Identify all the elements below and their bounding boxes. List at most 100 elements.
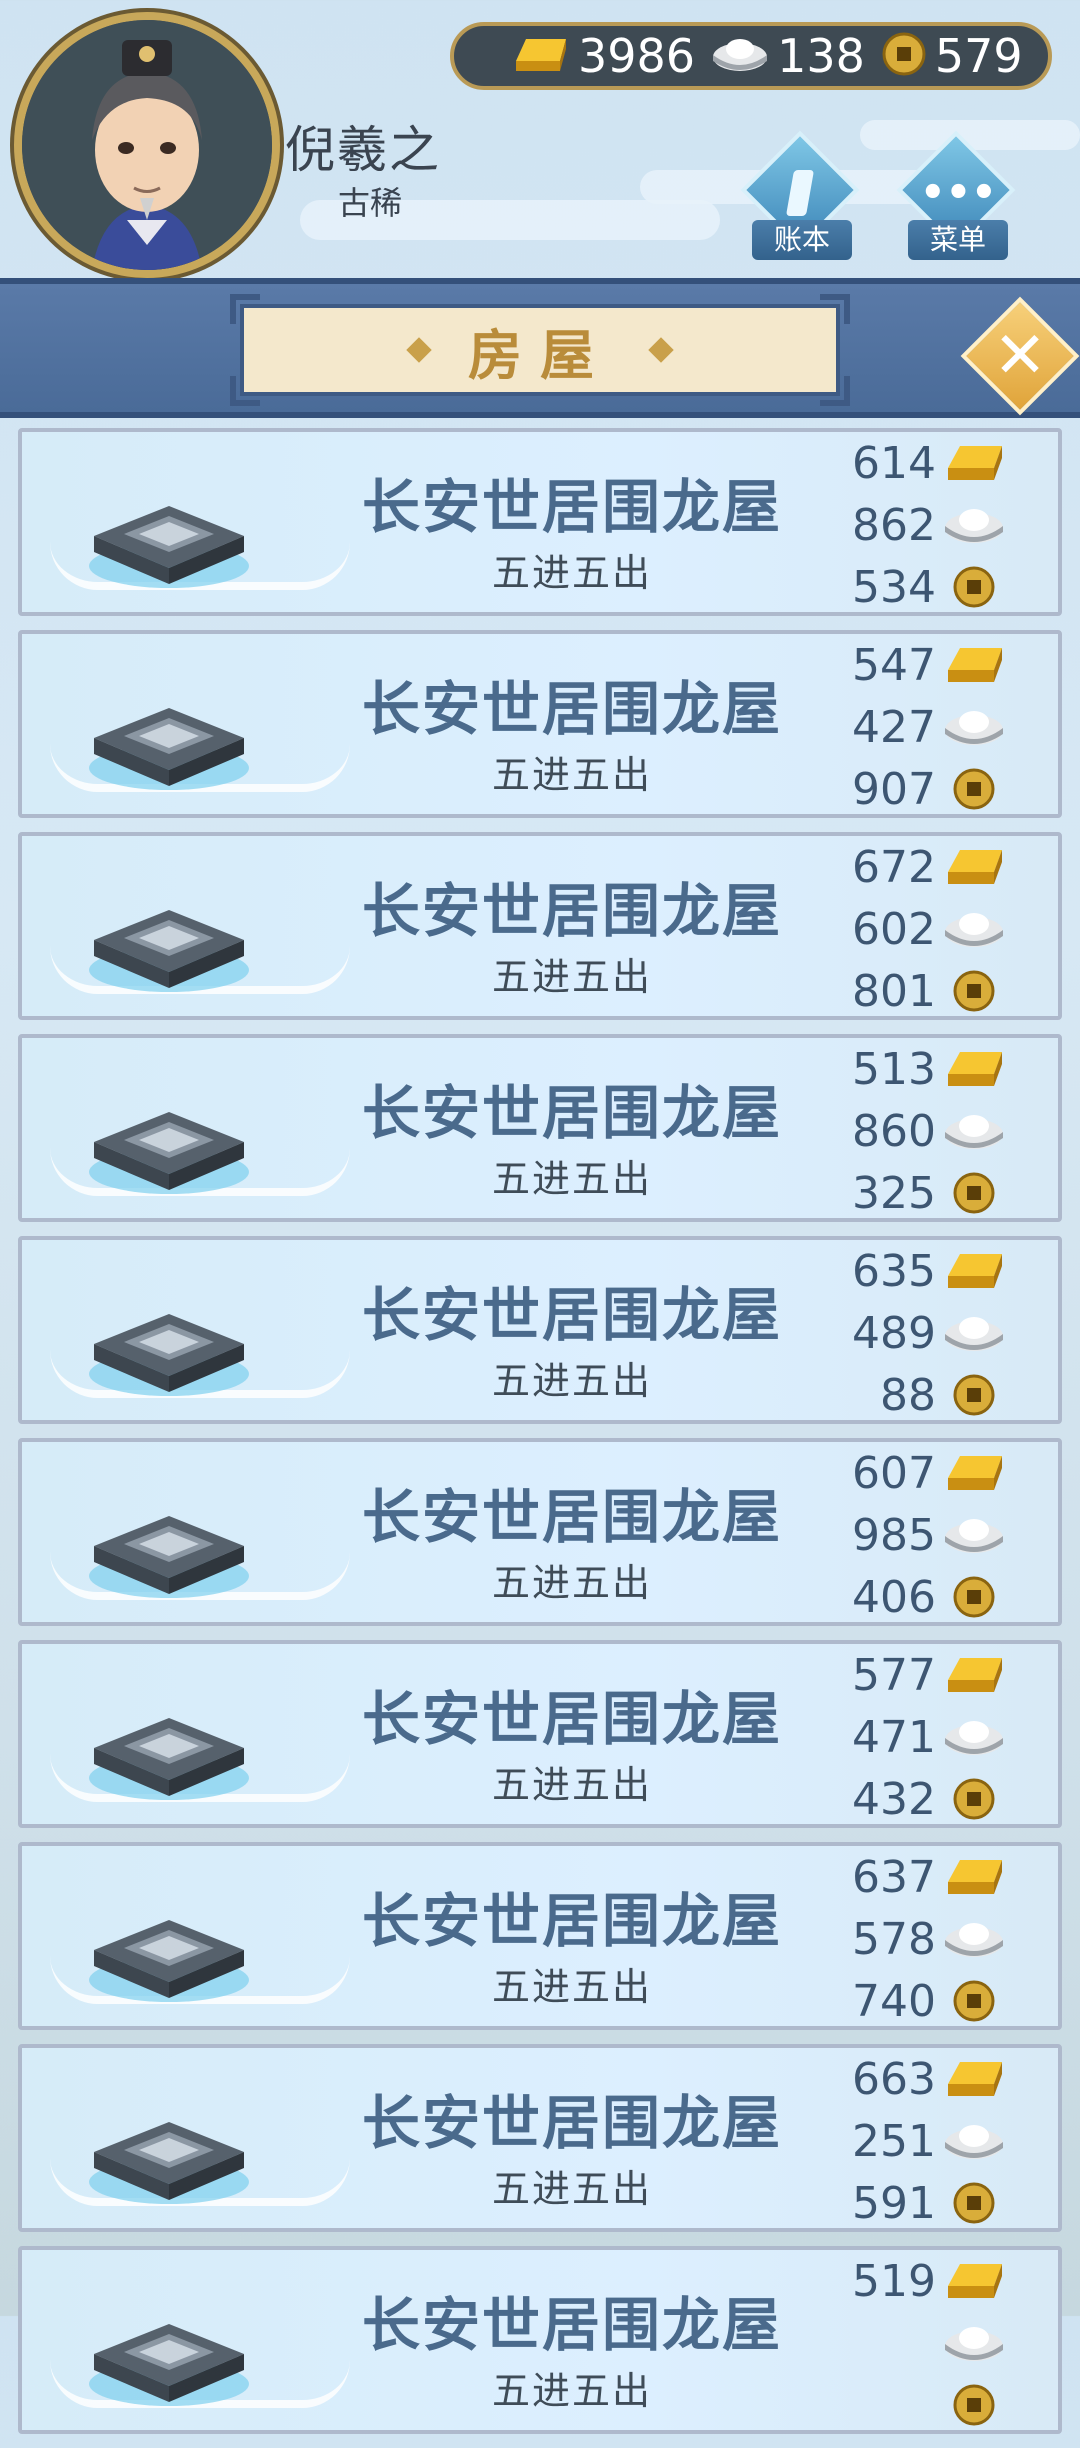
coin-price: 88 (880, 1369, 936, 1421)
silver-price: 427 (852, 701, 936, 753)
house-name: 长安世居围龙屋 (361, 1685, 782, 1753)
silver-price-row: 985 (826, 1509, 1006, 1561)
gold-ingot-icon (510, 31, 570, 81)
top-header: 倪羲之 古稀 3986 138 579 账本 ••• 菜单 (0, 0, 1080, 280)
house-name: 长安世居围龙屋 (361, 1079, 782, 1147)
house-icon (84, 1284, 254, 1404)
house-card[interactable]: 长安世居围龙屋 五进五出 637 578 740 (18, 1842, 1062, 2030)
house-card[interactable]: 长安世居围龙屋 五进五出 577 471 432 (18, 1640, 1062, 1828)
copper-coin-icon (942, 2380, 1006, 2430)
silver-price: 985 (852, 1509, 936, 1561)
house-card[interactable]: 长安世居围龙屋 五进五出 672 602 801 (18, 832, 1062, 1020)
menu-button[interactable]: ••• 菜单 (896, 130, 1018, 260)
silver-ingot-icon (942, 1510, 1006, 1560)
coin-price-row: 88 (826, 1369, 1006, 1421)
silver-price: 489 (852, 1307, 936, 1359)
house-description: 五进五出 (491, 1157, 652, 1201)
silver-price-row (826, 2318, 1006, 2368)
house-card[interactable]: 长安世居围龙屋 五进五出 513 860 325 (18, 1034, 1062, 1222)
copper-coin-icon (942, 966, 1006, 1016)
silver-ingot-icon (942, 500, 1006, 550)
gold-price-row: 672 (826, 841, 1006, 893)
copper-coin-icon (942, 1572, 1006, 1622)
gold-price: 547 (852, 639, 936, 691)
silver-price: 578 (852, 1913, 936, 1965)
copper-coin-icon (942, 562, 1006, 612)
house-description: 五进五出 (491, 1359, 652, 1403)
silver-price: 862 (852, 499, 936, 551)
panel-title-plate: 房屋 (230, 294, 850, 406)
coin-count: 579 (934, 29, 1023, 83)
gold-price: 637 (852, 1851, 936, 1903)
coin-price: 325 (852, 1167, 936, 1219)
coin-price-row: 406 (826, 1571, 1006, 1623)
player-rank: 古稀 (338, 184, 403, 222)
gold-price-row: 614 (826, 438, 1006, 489)
gold-count: 3986 (578, 29, 696, 83)
player-avatar[interactable] (14, 12, 280, 278)
coin-price-row (826, 2380, 1006, 2430)
coin-price-row: 740 (826, 1976, 1006, 2027)
gold-price-row: 635 (826, 1245, 1006, 1297)
silver-ingot-icon (942, 2116, 1006, 2166)
house-icon (84, 678, 254, 798)
plate-corner (230, 376, 260, 406)
house-icon (84, 1082, 254, 1202)
silver-price-row: 427 (826, 701, 1006, 753)
coin-price: 801 (852, 965, 936, 1017)
house-name: 长安世居围龙屋 (361, 473, 782, 541)
house-list[interactable]: 长安世居围龙屋 五进五出 614 862 534 长安世居围龙屋 五进五出 54… (18, 428, 1062, 2448)
house-name: 长安世居围龙屋 (361, 2089, 782, 2157)
silver-price-row: 860 (826, 1106, 1006, 1157)
silver-price: 602 (852, 903, 936, 955)
copper-coin-icon (942, 1774, 1006, 1824)
silver-price-row: 862 (826, 499, 1006, 551)
avatar-portrait-icon (22, 20, 272, 270)
house-card[interactable]: 长安世居围龙屋 五进五出 519 (18, 2246, 1062, 2434)
coin-price-row: 591 (826, 2177, 1006, 2229)
ledger-button[interactable]: 账本 (740, 130, 862, 260)
coin-price-row: 907 (826, 764, 1006, 815)
house-name: 长安世居围龙屋 (361, 675, 782, 743)
house-name: 长安世居围龙屋 (361, 1483, 782, 1551)
title-diamond-decoration (406, 337, 432, 363)
coin-price: 591 (852, 2177, 936, 2229)
copper-coin-icon (942, 1976, 1006, 2026)
coin-price: 406 (852, 1571, 936, 1623)
coin-price-row: 325 (826, 1167, 1006, 1219)
house-card[interactable]: 长安世居围龙屋 五进五出 607 985 406 (18, 1438, 1062, 1626)
panel-title: 房屋 (468, 323, 612, 387)
ledger-label: 账本 (752, 220, 852, 260)
gold-price: 513 (852, 1043, 936, 1095)
close-icon: ✕ (993, 319, 1047, 393)
menu-label: 菜单 (908, 220, 1008, 260)
gold-price-row: 577 (826, 1649, 1006, 1701)
silver-price: 251 (852, 2115, 936, 2167)
gold-price-row: 637 (826, 1851, 1006, 1903)
house-card[interactable]: 长安世居围龙屋 五进五出 547 427 907 (18, 630, 1062, 818)
house-description: 五进五出 (491, 2167, 652, 2211)
gold-ingot-icon (942, 842, 1006, 892)
coin-price: 534 (852, 561, 936, 613)
panel-title-bar: 房屋 (0, 278, 1080, 418)
silver-ingot-icon (942, 904, 1006, 954)
house-name: 长安世居围龙屋 (361, 1887, 782, 1955)
house-card[interactable]: 长安世居围龙屋 五进五出 614 862 534 (18, 428, 1062, 616)
house-card[interactable]: 长安世居围龙屋 五进五出 635 489 88 (18, 1236, 1062, 1424)
plate-corner (820, 294, 850, 324)
house-card[interactable]: 长安世居围龙屋 五进五出 663 251 591 (18, 2044, 1062, 2232)
gold-price-row: 547 (826, 639, 1006, 691)
gold-price-row: 519 (826, 2256, 1006, 2307)
silver-ingot-icon (942, 702, 1006, 752)
house-icon (84, 476, 254, 596)
silver-price: 471 (852, 1711, 936, 1763)
gold-price: 663 (852, 2053, 936, 2105)
gold-price: 635 (852, 1245, 936, 1297)
house-description: 五进五出 (491, 955, 652, 999)
copper-coin-icon (942, 1168, 1006, 1218)
player-name: 倪羲之 (285, 121, 441, 179)
gold-price: 577 (852, 1649, 936, 1701)
gold-price: 672 (852, 841, 936, 893)
copper-coin-icon (942, 2178, 1006, 2228)
gold-ingot-icon (942, 1650, 1006, 1700)
